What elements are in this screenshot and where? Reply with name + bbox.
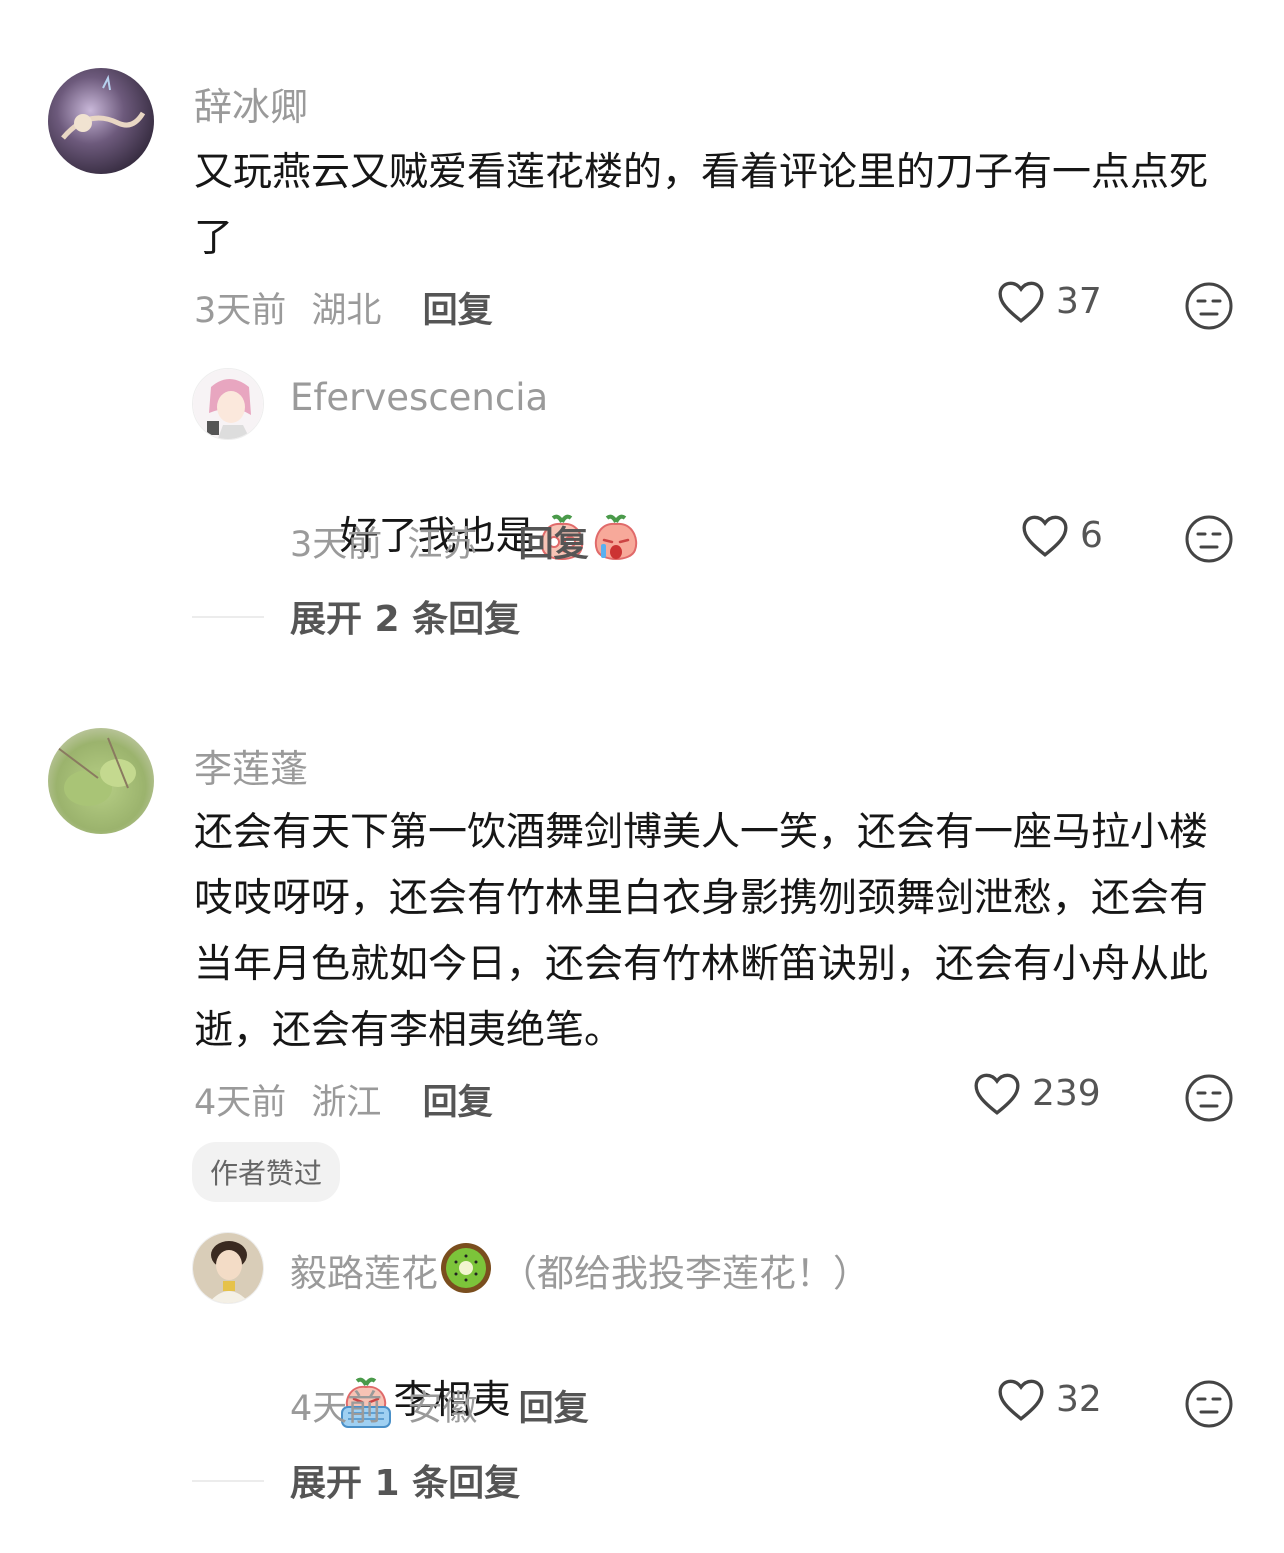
- author-liked-badge: 作者赞过: [192, 1142, 341, 1202]
- heart-outline-icon: [998, 1379, 1044, 1421]
- heart-outline-icon: [974, 1073, 1020, 1115]
- avatar[interactable]: [48, 68, 154, 174]
- reply-button[interactable]: 回复: [519, 1389, 589, 1429]
- expand-replies-button[interactable]: 展开 2 条回复: [290, 590, 520, 642]
- sobbing-peach-emoji-icon: [594, 514, 637, 560]
- reply-time: 3天前: [290, 525, 383, 565]
- reply-meta: 3天前 江苏 回复: [290, 516, 589, 567]
- username-suffix: （都给我投李莲花！）: [500, 1252, 870, 1295]
- comment-time: 4天前: [194, 1083, 287, 1123]
- heart-outline-icon: [998, 281, 1044, 323]
- like-button[interactable]: 32: [996, 1376, 1102, 1422]
- meh-face-icon[interactable]: [1184, 1073, 1234, 1123]
- comment-location: 湖北: [311, 291, 382, 331]
- like-count: 6: [1080, 514, 1103, 556]
- reply-button[interactable]: 回复: [519, 525, 589, 565]
- like-count: 32: [1056, 1378, 1102, 1420]
- avatar[interactable]: [192, 1232, 264, 1304]
- username[interactable]: 毅路莲花 （都给我投李莲花！）: [290, 1240, 870, 1297]
- username[interactable]: 辞冰卿: [194, 76, 308, 131]
- avatar[interactable]: [48, 728, 154, 834]
- like-button[interactable]: 6: [1020, 512, 1103, 558]
- comment-meta: 3天前 湖北 回复: [194, 282, 493, 333]
- like-count: 37: [1056, 280, 1102, 322]
- username-text: 毅路莲花: [290, 1252, 438, 1295]
- comment-text: 还会有天下第一饮酒舞剑博美人一笑，还会有一座马拉小楼吱吱呀呀，还会有竹林里白衣身…: [194, 810, 1209, 1053]
- reply-time: 4天前: [290, 1389, 383, 1429]
- like-count: 239: [1032, 1072, 1101, 1114]
- comment-meta: 4天前 浙江 回复: [194, 1074, 493, 1125]
- reply-button[interactable]: 回复: [423, 1083, 493, 1123]
- meh-face-icon[interactable]: [1184, 281, 1234, 331]
- reply-location: 江苏: [407, 525, 478, 565]
- like-button[interactable]: 239: [972, 1070, 1101, 1116]
- reply-meta: 4天前 安徽 回复: [290, 1380, 589, 1431]
- comment-text: 又玩燕云又贼爱看莲花楼的，看着评论里的刀子有一点点死了: [194, 150, 1209, 261]
- comment-time: 3天前: [194, 291, 287, 331]
- meh-face-icon[interactable]: [1184, 1379, 1234, 1429]
- meh-face-icon[interactable]: [1184, 514, 1234, 564]
- username[interactable]: 李莲蓬: [194, 738, 308, 793]
- comment-location: 浙江: [311, 1083, 382, 1123]
- expand-replies-button[interactable]: 展开 1 条回复: [290, 1454, 520, 1506]
- heart-outline-icon: [1022, 515, 1068, 557]
- divider: [192, 1480, 264, 1482]
- avatar[interactable]: [192, 368, 264, 440]
- kiwi-emoji-icon: [441, 1243, 491, 1293]
- reply-location: 安徽: [407, 1389, 478, 1429]
- like-button[interactable]: 37: [996, 278, 1102, 324]
- reply-button[interactable]: 回复: [423, 291, 493, 331]
- divider: [192, 616, 264, 618]
- username[interactable]: Efervescencia: [290, 376, 548, 419]
